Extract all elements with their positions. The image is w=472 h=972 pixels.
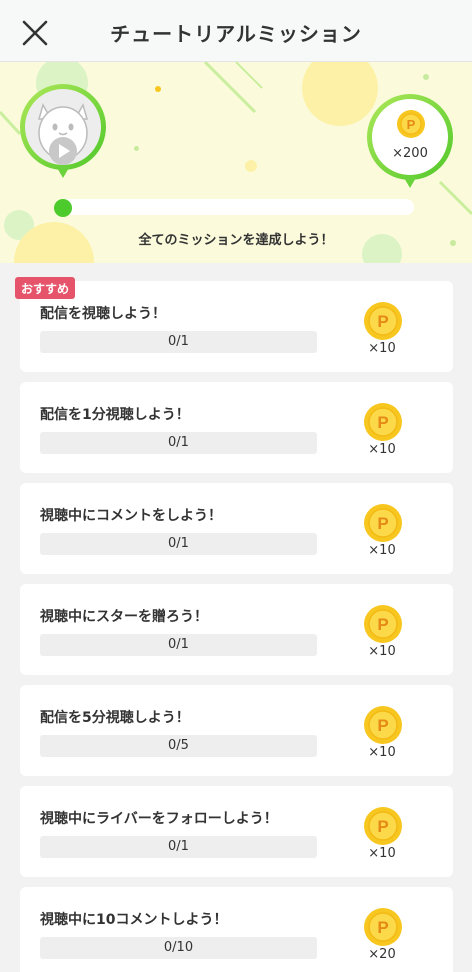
mission-progress-bar: 0/1 xyxy=(40,533,317,555)
mission-progress-text: 0/1 xyxy=(168,839,189,854)
mission-title: 配信を5分視聴しよう！ xyxy=(40,710,190,726)
svg-text:P: P xyxy=(377,413,388,432)
mission-reward-amount: ×10 xyxy=(368,543,396,558)
coin-icon: P xyxy=(364,706,402,744)
mission-hero: P ×200 全てのミッションを達成しよう！ xyxy=(0,62,472,263)
mission-progress-bar: 0/5 xyxy=(40,735,317,757)
svg-text:P: P xyxy=(377,817,388,836)
mission-card[interactable]: 視聴中に10コメントしよう！ 0/10 P ×20 xyxy=(20,887,453,972)
mission-progress-text: 0/1 xyxy=(168,536,189,551)
coin-icon: P xyxy=(364,403,402,441)
coin-icon: P xyxy=(364,605,402,643)
coin-icon: P xyxy=(397,110,425,138)
mission-card[interactable]: 視聴中にスターを贈ろう！ 0/1 P ×10 xyxy=(20,584,453,675)
header-bar: チュートリアルミッション xyxy=(0,0,472,62)
mission-reward-amount: ×10 xyxy=(368,644,396,659)
overall-progress-track xyxy=(56,199,414,215)
avatar xyxy=(25,89,101,165)
svg-text:P: P xyxy=(407,117,416,132)
coin-icon: P xyxy=(364,504,402,542)
hero-message: 全てのミッションを達成しよう！ xyxy=(138,233,334,248)
total-reward-amount: ×200 xyxy=(392,146,428,161)
coin-icon: P xyxy=(364,302,402,340)
mission-title: 配信を視聴しよう！ xyxy=(40,306,166,322)
mission-progress-text: 0/5 xyxy=(168,738,189,753)
svg-text:P: P xyxy=(377,312,388,331)
mission-progress-text: 0/1 xyxy=(168,637,189,652)
avatar-pin xyxy=(56,166,70,178)
mission-progress-text: 0/1 xyxy=(168,334,189,349)
svg-text:P: P xyxy=(377,514,388,533)
mission-title: 視聴中に10コメントしよう！ xyxy=(40,912,228,928)
mission-reward-amount: ×20 xyxy=(368,947,396,962)
overall-progress-marker xyxy=(54,199,72,217)
total-reward-ring: P ×200 xyxy=(367,94,453,180)
reward-pin xyxy=(403,176,417,188)
avatar-ring xyxy=(20,84,106,170)
mission-reward-amount: ×10 xyxy=(368,341,396,356)
mission-list: 配信を視聴しよう！ 0/1 P ×10 配信を1分視聴しよう！ 0/1 P ×10 視聴中にコメ… xyxy=(20,281,453,972)
mission-card[interactable]: 配信を視聴しよう！ 0/1 P ×10 xyxy=(20,281,453,372)
mission-card[interactable]: 配信を5分視聴しよう！ 0/5 P ×10 xyxy=(20,685,453,776)
total-reward: P ×200 xyxy=(372,99,448,175)
mission-reward-amount: ×10 xyxy=(368,442,396,457)
mission-progress-bar: 0/10 xyxy=(40,937,317,959)
mission-reward-amount: ×10 xyxy=(368,745,396,760)
mission-title: 配信を1分視聴しよう！ xyxy=(40,407,190,423)
mission-progress-bar: 0/1 xyxy=(40,432,317,454)
coin-icon: P xyxy=(364,908,402,946)
mission-title: 視聴中にスターを贈ろう！ xyxy=(40,609,208,625)
mission-progress-bar: 0/1 xyxy=(40,331,317,353)
svg-text:P: P xyxy=(377,615,388,634)
svg-text:P: P xyxy=(377,918,388,937)
coin-icon: P xyxy=(364,807,402,845)
mission-title: 視聴中にライバーをフォローしよう！ xyxy=(40,811,278,827)
mission-progress-bar: 0/1 xyxy=(40,634,317,656)
mission-card[interactable]: 配信を1分視聴しよう！ 0/1 P ×10 xyxy=(20,382,453,473)
mission-reward-amount: ×10 xyxy=(368,846,396,861)
mission-title: 視聴中にコメントをしよう！ xyxy=(40,508,222,524)
recommended-badge: おすすめ xyxy=(15,277,76,299)
mission-progress-text: 0/10 xyxy=(163,940,194,955)
mission-progress-bar: 0/1 xyxy=(40,836,317,858)
page-title: チュートリアルミッション xyxy=(110,22,362,46)
mission-card[interactable]: 視聴中にライバーをフォローしよう！ 0/1 P ×10 xyxy=(20,786,453,877)
mission-progress-text: 0/1 xyxy=(168,435,189,450)
mission-card[interactable]: 視聴中にコメントをしよう！ 0/1 P ×10 xyxy=(20,483,453,574)
cat-avatar-icon xyxy=(38,103,88,165)
svg-text:P: P xyxy=(377,716,388,735)
